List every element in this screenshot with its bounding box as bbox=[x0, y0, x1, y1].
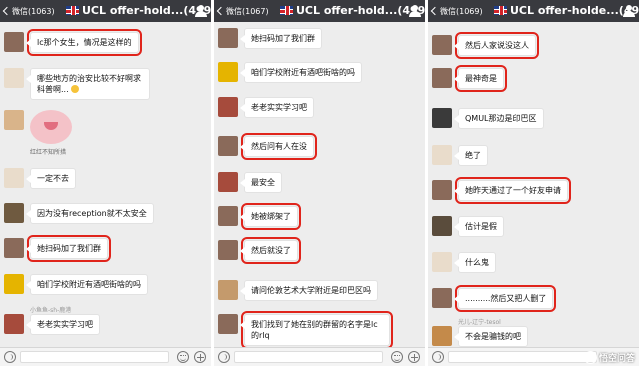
chat-title: UCL offer-hold...(499) bbox=[280, 4, 425, 17]
message-bubble[interactable]: 然后人家说没这人 bbox=[454, 32, 539, 59]
input-bar bbox=[0, 347, 211, 366]
sender-nickname: 光儿-辽宁-tesol bbox=[458, 319, 501, 326]
message-bubble[interactable]: 她被绑架了 bbox=[240, 203, 301, 230]
voice-icon[interactable] bbox=[432, 351, 444, 363]
voice-icon[interactable] bbox=[4, 351, 16, 363]
message-bubble[interactable]: 不会是骗钱的吧 bbox=[454, 326, 528, 347]
plus-icon[interactable] bbox=[194, 351, 206, 363]
input-bar bbox=[214, 347, 425, 366]
message-bubble[interactable]: lc那个女生，情况是这样的 bbox=[26, 29, 142, 56]
avatar[interactable] bbox=[218, 97, 238, 117]
chat-header: 微信(1063) UCL offer-hold...(499) bbox=[0, 0, 211, 22]
message-bubble[interactable]: 我们找到了她在别的群留的名字是lc的rlq bbox=[240, 311, 393, 349]
message-bubble[interactable]: QMUL那边是印巴区 bbox=[454, 108, 544, 129]
avatar[interactable] bbox=[218, 28, 238, 48]
avatar[interactable] bbox=[432, 35, 452, 55]
avatar[interactable] bbox=[218, 136, 238, 156]
chat-header: 微信(1069) UCL offer-holde...(499) bbox=[428, 0, 639, 22]
sticker-image[interactable] bbox=[30, 110, 72, 144]
emoji-icon[interactable] bbox=[177, 351, 189, 363]
chevron-left-icon bbox=[2, 6, 12, 16]
avatar[interactable] bbox=[432, 180, 452, 200]
message-input[interactable] bbox=[234, 351, 383, 363]
voice-icon[interactable] bbox=[218, 351, 230, 363]
message-bubble[interactable]: 老老实实学习吧 bbox=[26, 314, 100, 335]
message-bubble[interactable]: 咱们学校附近有酒吧街啥的吗 bbox=[26, 274, 148, 295]
message-bubble[interactable]: 她扫码加了我们群 bbox=[26, 235, 111, 262]
avatar[interactable] bbox=[432, 252, 452, 272]
message-input[interactable] bbox=[448, 351, 597, 363]
chat-title: UCL offer-hold...(499) bbox=[66, 4, 211, 17]
message-bubble[interactable]: 哪些地方的治安比较不好啊求科普啊... bbox=[26, 68, 150, 100]
group-info-icon[interactable] bbox=[195, 5, 207, 17]
avatar[interactable] bbox=[4, 32, 24, 52]
sender-nickname: 小鱼鱼-sh-鹿港 bbox=[30, 307, 72, 314]
avatar[interactable] bbox=[218, 314, 238, 334]
group-info-icon[interactable] bbox=[623, 5, 635, 17]
chat-header: 微信(1067) UCL offer-hold...(499) bbox=[214, 0, 425, 22]
message-bubble[interactable]: 咱们学校附近有酒吧街啥的吗 bbox=[240, 62, 362, 83]
watermark-text: 悟空问答 bbox=[598, 354, 635, 364]
message-bubble[interactable]: ..........然后又把人删了 bbox=[453, 285, 557, 312]
message-bubble[interactable]: 最安全 bbox=[240, 172, 282, 193]
avatar[interactable] bbox=[218, 240, 238, 260]
message-bubble[interactable]: 然后就没了 bbox=[240, 237, 301, 264]
message-bubble[interactable]: 请问伦敦艺术大学附近是印巴区吗 bbox=[240, 280, 378, 301]
message-bubble[interactable]: 然后问有人在没 bbox=[240, 133, 317, 160]
back-label: 微信(1063) bbox=[12, 7, 55, 16]
avatar[interactable] bbox=[4, 274, 24, 294]
chevron-left-icon bbox=[216, 6, 226, 16]
back-button[interactable]: 微信(1063) bbox=[2, 6, 55, 17]
avatar[interactable] bbox=[218, 62, 238, 82]
avatar[interactable] bbox=[432, 68, 452, 88]
back-button[interactable]: 微信(1069) bbox=[430, 6, 483, 17]
group-info-icon[interactable] bbox=[409, 5, 421, 17]
message-bubble[interactable]: 绝了 bbox=[454, 145, 488, 166]
message-bubble[interactable]: 老老实实学习吧 bbox=[240, 97, 314, 118]
uk-flag-icon bbox=[66, 6, 79, 15]
avatar[interactable] bbox=[4, 110, 24, 130]
avatar[interactable] bbox=[4, 168, 24, 188]
message-input[interactable] bbox=[20, 351, 169, 363]
avatar[interactable] bbox=[4, 68, 24, 88]
message-bubble[interactable]: 估计是假 bbox=[454, 216, 504, 237]
emoji-icon[interactable] bbox=[391, 351, 403, 363]
message-bubble[interactable]: 因为没有reception就不太安全 bbox=[26, 203, 154, 224]
uk-flag-icon bbox=[494, 6, 507, 15]
message-bubble[interactable]: 一定不去 bbox=[26, 168, 76, 189]
smile-emoji-icon bbox=[71, 85, 80, 93]
avatar[interactable] bbox=[4, 314, 24, 334]
avatar[interactable] bbox=[218, 280, 238, 300]
avatar[interactable] bbox=[432, 145, 452, 165]
chat-screenshot-1: 微信(1063) UCL offer-hold...(499) lc那个女生，情… bbox=[0, 0, 211, 366]
message-bubble[interactable]: 什么鬼 bbox=[454, 252, 496, 273]
wukong-logo-icon bbox=[583, 351, 597, 364]
avatar[interactable] bbox=[218, 172, 238, 192]
plus-icon[interactable] bbox=[408, 351, 420, 363]
back-label: 微信(1069) bbox=[440, 7, 483, 16]
uk-flag-icon bbox=[280, 6, 293, 15]
avatar[interactable] bbox=[218, 206, 238, 226]
back-button[interactable]: 微信(1067) bbox=[216, 6, 269, 17]
avatar[interactable] bbox=[4, 203, 24, 223]
chevron-left-icon bbox=[430, 6, 440, 16]
message-bubble[interactable]: 最神奇是 bbox=[454, 65, 507, 92]
chat-screenshot-3: 微信(1069) UCL offer-holde...(499) 然后人家说没这… bbox=[428, 0, 639, 366]
message-bubble[interactable]: 她昨天通过了一个好友申请 bbox=[454, 177, 571, 204]
chat-title-text: UCL offer-hold...(499) bbox=[82, 4, 211, 17]
chat-title-text: UCL offer-holde...(499) bbox=[510, 4, 639, 17]
chat-screenshot-2: 微信(1067) UCL offer-hold...(499) 她扫码加了我们群… bbox=[214, 0, 425, 366]
avatar[interactable] bbox=[432, 288, 452, 308]
watermark: 悟空问答 bbox=[583, 351, 635, 364]
message-text: 哪些地方的治安比较不好啊求科普啊... bbox=[37, 74, 141, 94]
avatar[interactable] bbox=[4, 238, 24, 258]
avatar[interactable] bbox=[432, 326, 452, 346]
avatar[interactable] bbox=[432, 216, 452, 236]
back-label: 微信(1067) bbox=[226, 7, 269, 16]
avatar[interactable] bbox=[432, 108, 452, 128]
sticker-caption: 红红不知所措 bbox=[30, 149, 67, 156]
message-bubble[interactable]: 她扫码加了我们群 bbox=[240, 28, 322, 49]
chat-title-text: UCL offer-hold...(499) bbox=[296, 4, 425, 17]
chat-title: UCL offer-holde...(499) bbox=[494, 4, 639, 17]
